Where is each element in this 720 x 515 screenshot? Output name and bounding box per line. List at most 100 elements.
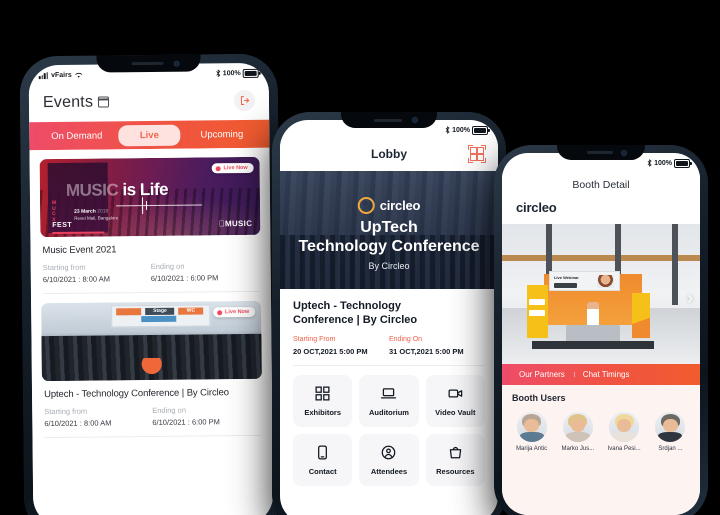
page-title: Booth Detail (502, 173, 700, 200)
sign-stage: Stage (145, 307, 175, 315)
booth-user[interactable]: Marko Jus... (558, 412, 597, 452)
tab-upcoming[interactable]: Upcoming (180, 123, 263, 145)
virtual-booth: Live Webinar (526, 271, 655, 349)
lobby-end-label: Ending On (389, 336, 423, 343)
avatar (655, 412, 686, 442)
poster-headline: MUSIC is Life (66, 180, 168, 201)
photo-plant (138, 358, 166, 379)
poster-fest-word: FEST (52, 221, 73, 230)
event-card-music[interactable]: MUSIC is Life MUCX FEST 23 March 2018 Re… (39, 156, 261, 295)
tile-exhibitors[interactable]: Exhibitors (293, 375, 353, 427)
live-now-badge: Live Now (212, 306, 256, 318)
battery-percent: 100% (654, 159, 672, 167)
tile-attendees[interactable]: Attendees (359, 434, 419, 486)
live-dot-icon (215, 165, 221, 171)
battery-percent: 100% (222, 69, 241, 77)
circleo-logo: circleo (357, 197, 421, 214)
phone-booth-screen: 100% Booth Detail circleo Live Webinar ›… (502, 153, 700, 515)
battery-icon (472, 125, 490, 135)
poster-sponsor: MUSIC (219, 219, 253, 228)
booth-user-name: Ivana Pesi... (607, 446, 641, 452)
bluetooth-icon (216, 69, 221, 78)
poster-date-day: 23 March (74, 208, 96, 215)
poster-venue: Revel Mall, Bangalore (74, 215, 119, 221)
sign-orange-left (116, 307, 142, 315)
phone-lobby: 100% Lobby circleo UpTech Technology Con… (272, 112, 506, 515)
booth-user[interactable]: Ivana Pesi... (605, 412, 644, 452)
event-start-label: Starting from (44, 406, 88, 417)
booth-tab-bar[interactable]: Our Partners Chat Timings (502, 364, 700, 385)
booth-user[interactable]: Srdjan ... (651, 412, 690, 452)
hall-beam (502, 254, 700, 261)
sign-blue-banner (141, 315, 177, 323)
lobby-tile-grid[interactable]: Exhibitors Auditorium Video Vault Contac… (280, 366, 498, 486)
earpiece-speaker (373, 118, 403, 122)
booth-user-name: Marija Antic (516, 446, 548, 452)
poster-fest-letters: MUCX (52, 199, 57, 223)
event-end-label: Ending on (150, 261, 185, 272)
event-end-value: 6/10/2021 : 6:00 PM (152, 417, 220, 427)
page-title: Lobby (371, 147, 407, 161)
phone-booth-detail: 100% Booth Detail circleo Live Webinar ›… (494, 145, 708, 515)
tab-on-demand[interactable]: On Demand (35, 125, 118, 147)
event-thumbnail[interactable]: Stage WC Live Now (41, 300, 262, 382)
chevron-right-icon[interactable]: › (687, 288, 693, 308)
phone-notch (341, 112, 437, 128)
grid-booths-icon (315, 386, 330, 401)
webinar-banner-title: Live Webinar (553, 274, 579, 280)
booth-attendant (586, 302, 600, 326)
qr-scan-icon[interactable] (468, 145, 486, 163)
tab-our-partners[interactable]: Our Partners (510, 370, 574, 379)
lobby-start-block: Starting From 20 OCT,2021 5:00 PM (293, 336, 389, 356)
booth-users-row: Marija Antic Marko Jus... Ivana Pesi... … (512, 412, 690, 452)
tile-label: Video Vault (435, 408, 476, 417)
avatar (516, 412, 547, 442)
earpiece-speaker (586, 151, 614, 155)
booth-image[interactable]: Live Webinar › (502, 224, 700, 364)
circleo-logo-text: circleo (379, 198, 421, 213)
events-list[interactable]: MUSIC is Life MUCX FEST 23 March 2018 Re… (29, 147, 274, 515)
event-end-block: Ending on 6/10/2021 : 6:00 PM (151, 261, 259, 283)
booth-users-heading: Booth Users (512, 393, 566, 403)
live-now-label: Live Now (223, 164, 248, 172)
card-divider (44, 434, 261, 439)
tile-auditorium[interactable]: Auditorium (359, 375, 419, 427)
circleo-ring-icon (357, 197, 375, 214)
phone-notch (557, 145, 645, 160)
event-card-uptech[interactable]: Stage WC Live Now Uptech - Technology Co… (41, 300, 262, 439)
tile-contact[interactable]: Contact (293, 434, 353, 486)
hero-byline: By Circleo (368, 261, 410, 271)
tab-chat-timings[interactable]: Chat Timings (573, 370, 639, 379)
status-bar-right: 100% (216, 68, 259, 78)
tile-resources[interactable]: Resources (425, 434, 485, 486)
event-card-meta: Starting from 6/10/2021 : 8:00 AM Ending… (44, 405, 260, 428)
events-tab-bar[interactable]: On Demand Live Upcoming (29, 119, 270, 151)
front-camera (411, 117, 418, 124)
tab-live[interactable]: Live (118, 124, 181, 146)
lobby-event-summary: Uptech - Technology Conference | By Circ… (280, 289, 498, 366)
lobby-end-value: 31 OCT,2021 5:00 PM (389, 347, 464, 356)
phone-notch (96, 54, 201, 73)
logout-button[interactable] (233, 89, 256, 112)
lobby-start-label: Starting From (293, 336, 336, 343)
event-start-value: 6/10/2021 : 8:00 AM (44, 418, 112, 429)
live-now-badge: Live Now (211, 162, 254, 174)
hall-column (672, 224, 679, 306)
front-camera (621, 150, 628, 157)
front-camera (173, 60, 180, 67)
event-thumbnail[interactable]: MUSIC is Life MUCX FEST 23 March 2018 Re… (39, 156, 261, 238)
status-bar-right: 100% (445, 125, 490, 135)
battery-icon (242, 68, 259, 78)
lobby-start-value: 20 OCT,2021 5:00 PM (293, 347, 368, 356)
tile-video-vault[interactable]: Video Vault (425, 375, 485, 427)
poster-date: 23 March 2018 (74, 208, 108, 214)
booth-user[interactable]: Marija Antic (512, 412, 551, 452)
carrier-label: vFairs (51, 71, 72, 79)
screenshot-stage: vFairs 100% Events On Demand Live Upcomi… (0, 0, 720, 515)
page-title-text: Events (42, 93, 94, 111)
battery-icon (674, 158, 692, 168)
bag-icon (449, 446, 462, 459)
event-start-label: Starting from (42, 262, 86, 273)
poster-sponsor-text: MUSIC (224, 218, 253, 229)
lobby-appbar: Lobby (280, 140, 498, 171)
